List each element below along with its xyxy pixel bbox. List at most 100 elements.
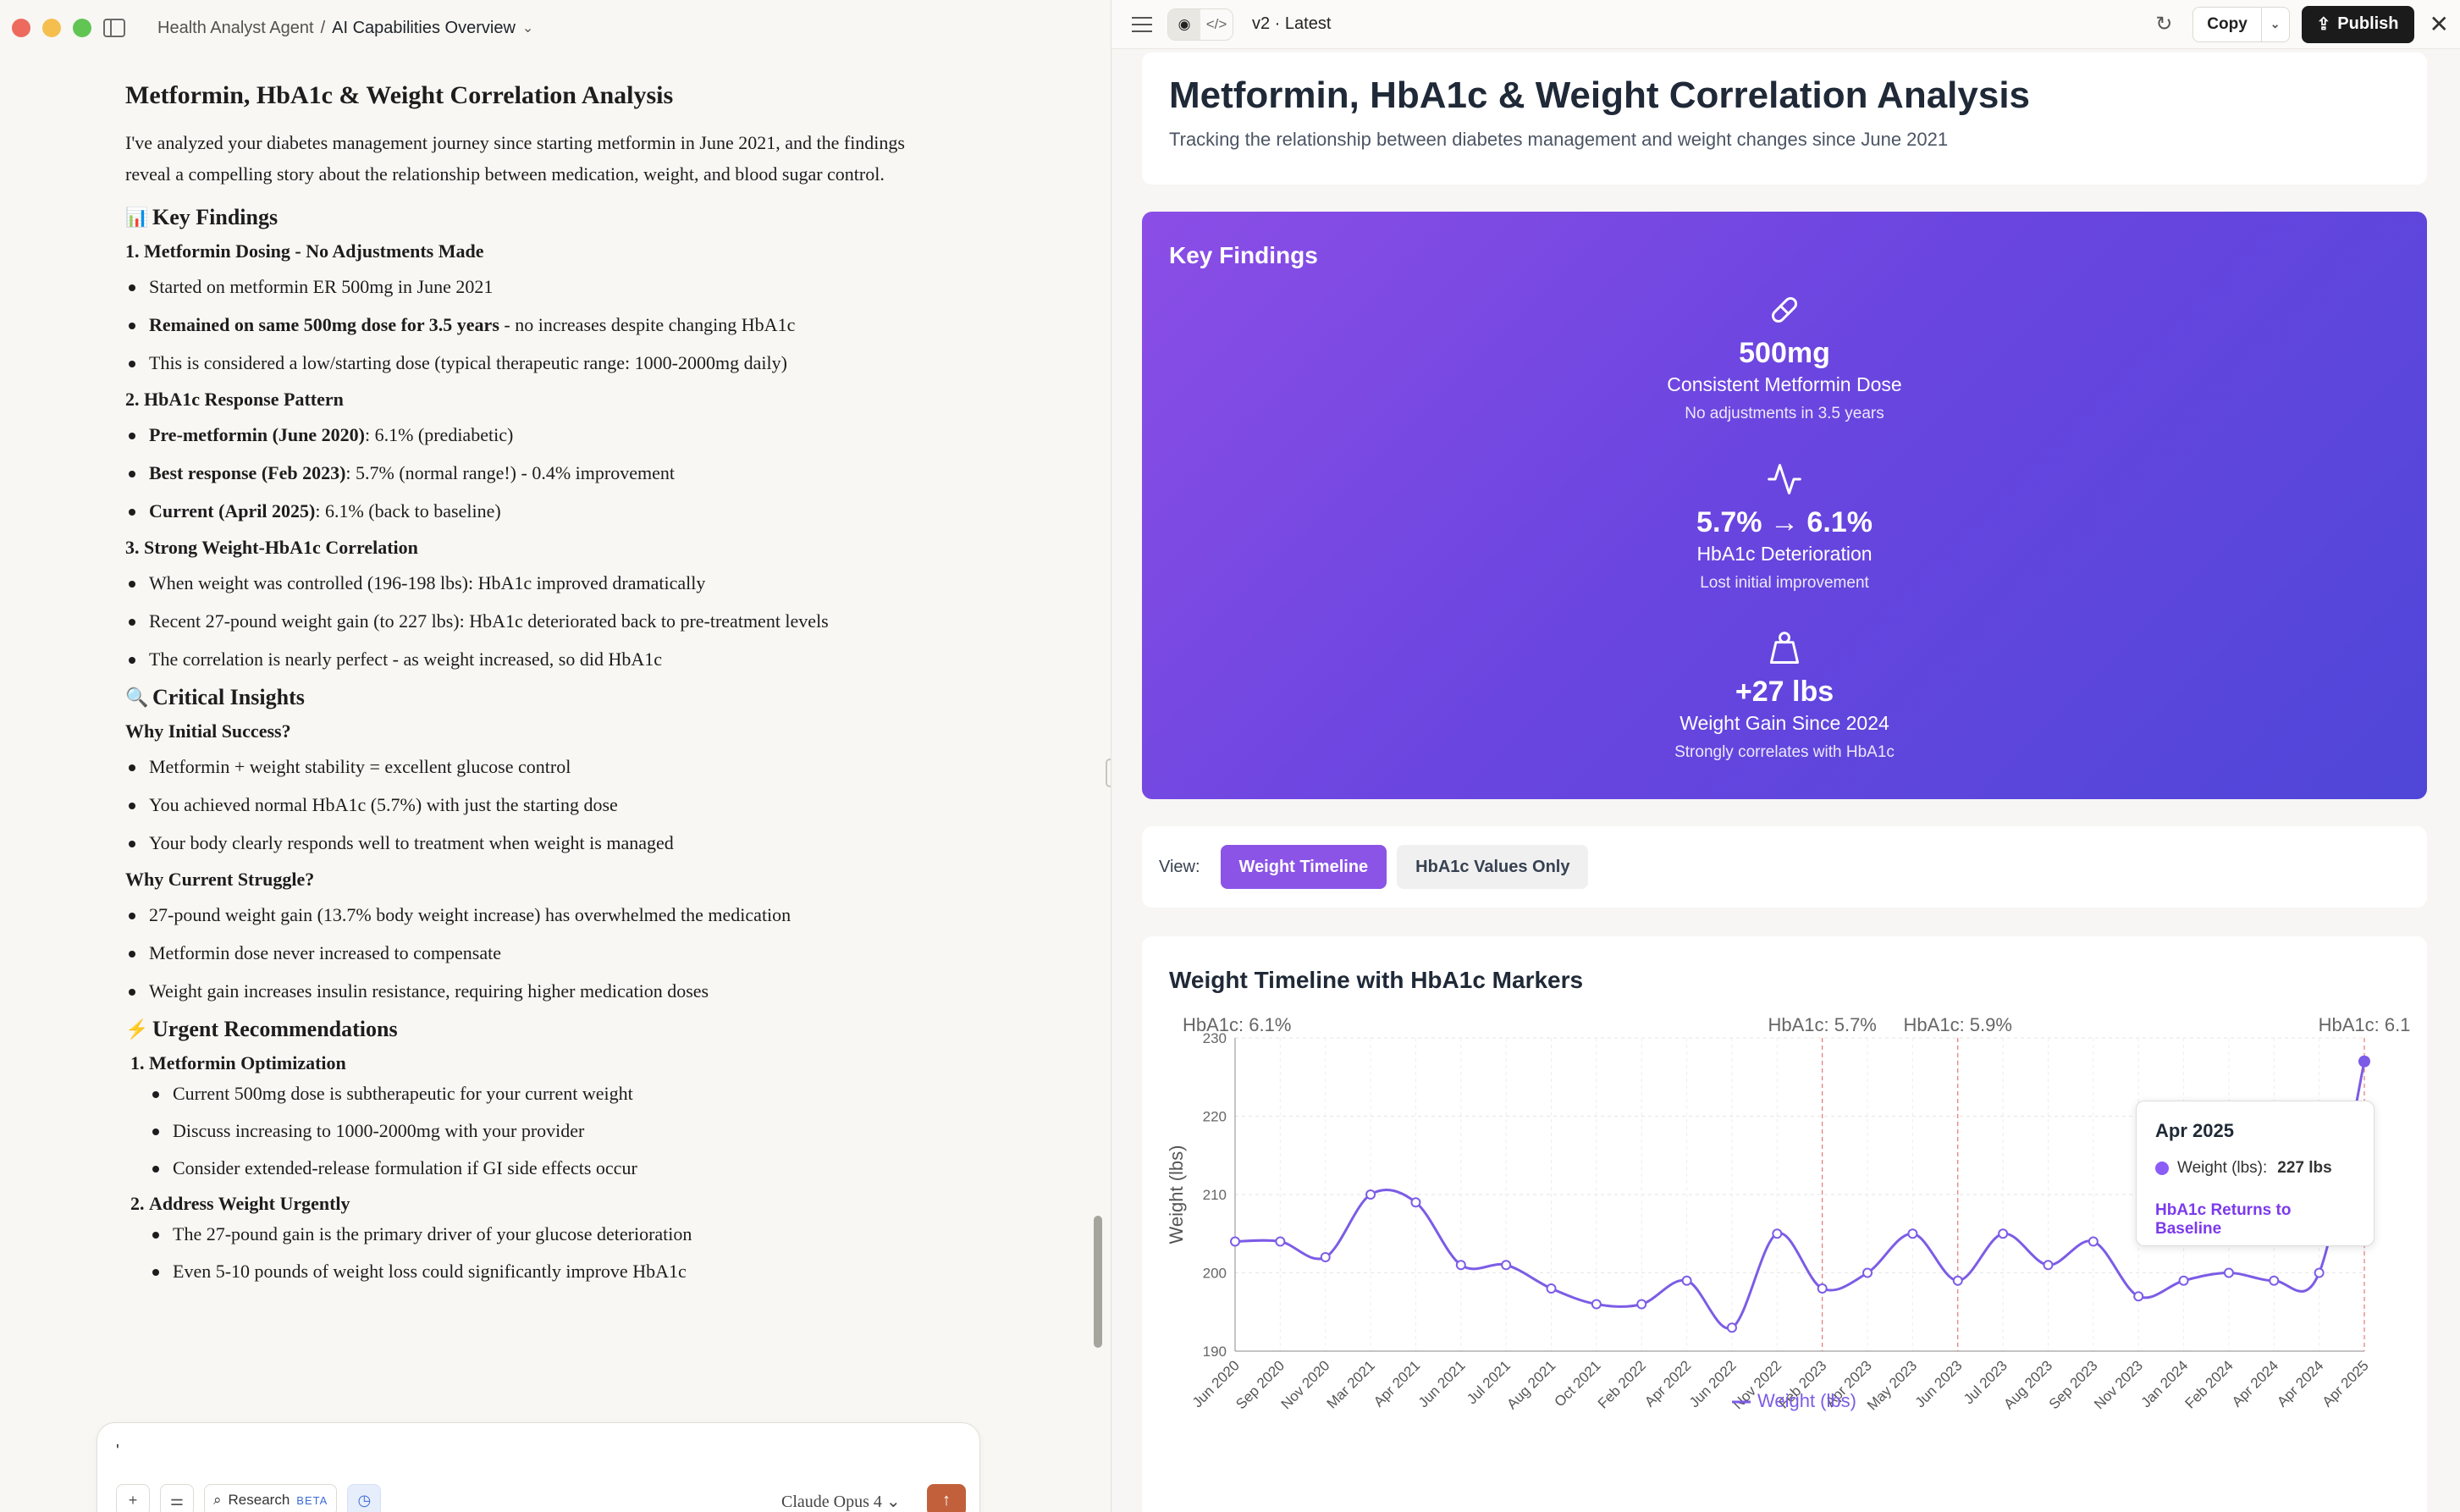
- assistant-message: Metformin, HbA1c & Weight Correlation An…: [125, 81, 921, 1296]
- message-title: Metformin, HbA1c & Weight Correlation An…: [125, 81, 674, 109]
- data-point: [1230, 1236, 1240, 1247]
- y-tick-label: 220: [1203, 1109, 1227, 1125]
- breadcrumb-project[interactable]: Health Analyst Agent: [157, 19, 314, 38]
- bullet-list: Pre-metformin (June 2020): 6.1% (prediab…: [125, 422, 921, 524]
- x-tick-label: Apr 2024: [2274, 1357, 2326, 1410]
- list-item: You achieved normal HbA1c (5.7%) with ju…: [125, 792, 921, 818]
- eye-icon[interactable]: ◉: [1168, 8, 1200, 40]
- x-tick-label: Apr 2021: [1371, 1357, 1423, 1410]
- search-icon: ⌕: [213, 1492, 222, 1508]
- key-findings-card: Key Findings 500mg Consistent Metformin …: [1142, 212, 2427, 799]
- share-icon: ⇪: [2316, 15, 2331, 34]
- list-item: Address Weight Urgently The 27-pound gai…: [149, 1193, 921, 1284]
- data-point: [1681, 1275, 1692, 1286]
- list-item: Discuss increasing to 1000-2000mg with y…: [149, 1118, 921, 1144]
- y-axis-label: Weight (lbs): [1166, 1145, 1187, 1244]
- magnifier-emoji-icon: 🔍: [125, 687, 149, 708]
- arrow-up-icon: ↑: [942, 1490, 951, 1509]
- artifact-subtitle: Tracking the relationship between diabet…: [1169, 129, 1949, 150]
- hba1c-values-button[interactable]: HbA1c Values Only: [1397, 845, 1589, 889]
- clock-icon[interactable]: ◷: [347, 1484, 382, 1512]
- hba1c-marker-label: HbA1c: 6.1%: [1183, 1014, 1291, 1035]
- finding-value: +27 lbs: [1735, 676, 1834, 708]
- hba1c-marker-label: HbA1c: 6.1: [2319, 1014, 2411, 1035]
- tooltip-value: 227 lbs: [2277, 1159, 2332, 1177]
- plus-icon[interactable]: +: [116, 1484, 150, 1512]
- data-point: [1636, 1299, 1647, 1310]
- legend-label: Weight (lbs): [1757, 1390, 1856, 1411]
- composer-toolbar: + ⚌ ⌕ Research BETA ◷: [116, 1484, 382, 1512]
- chevron-down-icon[interactable]: ⌄: [2260, 7, 2289, 41]
- artifact-title: Metformin, HbA1c & Weight Correlation An…: [1169, 74, 2031, 116]
- recommendations-heading: ⚡ Urgent Recommendations: [125, 1017, 398, 1041]
- list-item: 27-pound weight gain (13.7% body weight …: [125, 902, 921, 928]
- weight-icon: [1142, 626, 2427, 670]
- send-button[interactable]: ↑: [927, 1484, 966, 1512]
- list-item: Pre-metformin (June 2020): 6.1% (prediab…: [125, 422, 921, 448]
- breadcrumb-chat-title[interactable]: AI Capabilities Overview: [332, 19, 516, 38]
- data-point: [1907, 1228, 1918, 1239]
- hba1c-marker-label: HbA1c: 5.7%: [1768, 1014, 1876, 1035]
- finding-weight: +27 lbs Weight Gain Since 2024 Strongly …: [1142, 626, 2427, 762]
- data-point: [1772, 1228, 1783, 1239]
- chevron-down-icon[interactable]: ⌄: [522, 19, 533, 36]
- weight-timeline-button[interactable]: Weight Timeline: [1220, 845, 1387, 889]
- lightning-emoji-icon: ⚡: [125, 1018, 149, 1040]
- finding-label: Weight Gain Since 2024: [1680, 712, 1889, 734]
- message-input[interactable]: ': [116, 1442, 119, 1461]
- research-button[interactable]: ⌕ Research BETA: [204, 1484, 338, 1512]
- beta-badge: BETA: [296, 1493, 328, 1507]
- bullet-list: Metformin + weight stability = excellent…: [125, 754, 921, 856]
- model-selector[interactable]: Claude Opus 4 ⌄: [781, 1491, 901, 1512]
- chart-emoji-icon: 📊: [125, 207, 149, 228]
- x-tick-label: Mar 2021: [1324, 1357, 1378, 1411]
- refresh-icon[interactable]: ↻: [2155, 12, 2172, 36]
- x-tick-label: Apr 2024: [2229, 1357, 2281, 1410]
- list-item: Weight gain increases insulin resistance…: [125, 979, 921, 1004]
- data-point: [1410, 1197, 1421, 1208]
- view-mode-toggle: ◉ </>: [1167, 8, 1233, 41]
- x-tick-label: Nov 2023: [2091, 1357, 2146, 1412]
- code-icon[interactable]: </>: [1200, 9, 1233, 40]
- close-icon[interactable]: ✕: [2430, 10, 2449, 38]
- data-point: [2269, 1275, 2280, 1286]
- data-point: [2088, 1236, 2099, 1247]
- list-icon[interactable]: [1132, 16, 1152, 32]
- key-findings-title: Key Findings: [1169, 242, 1318, 268]
- chart-card: Weight Timeline with HbA1c Markers 190 20…: [1142, 936, 2427, 1512]
- x-tick-label: Sep 2023: [2046, 1357, 2101, 1412]
- pill-icon: [1142, 288, 2427, 332]
- zoom-window-button[interactable]: [73, 19, 91, 37]
- section-heading: 1. Metformin Dosing - No Adjustments Mad…: [125, 240, 484, 262]
- numbered-list: Metformin Optimization Current 500mg dos…: [149, 1052, 921, 1284]
- list-item: This is considered a low/starting dose (…: [125, 350, 921, 376]
- sidebar-toggle-icon[interactable]: [103, 19, 125, 37]
- hba1c-marker-label: HbA1c: 5.9%: [1904, 1014, 2012, 1035]
- chat-scrollbar[interactable]: [1094, 1216, 1102, 1348]
- close-window-button[interactable]: [12, 19, 30, 37]
- list-item: When weight was controlled (196-198 lbs)…: [125, 571, 921, 596]
- data-point: [1275, 1236, 1286, 1247]
- data-point: [1591, 1299, 1602, 1310]
- x-tick-label: Aug 2021: [1503, 1357, 1558, 1412]
- list-item: Consider extended-release formulation if…: [149, 1156, 921, 1181]
- publish-button[interactable]: ⇪ Publish: [2301, 5, 2414, 43]
- section-heading: 3. Strong Weight-HbA1c Correlation: [125, 537, 418, 558]
- finding-hba1c: 5.7% → 6.1% HbA1c Deterioration Lost ini…: [1142, 457, 2427, 593]
- x-tick-label: Sep 2020: [1233, 1357, 1288, 1412]
- list-item: The 27-pound gain is the primary driver …: [149, 1222, 921, 1247]
- message-intro: I've analyzed your diabetes management j…: [125, 132, 905, 185]
- finding-dose: 500mg Consistent Metformin Dose No adjus…: [1142, 288, 2427, 423]
- data-point: [1862, 1267, 1873, 1278]
- finding-value: 5.7% → 6.1%: [1696, 506, 1873, 538]
- tooltip-row: Weight (lbs): 227 lbs: [2155, 1159, 2355, 1178]
- sliders-icon[interactable]: ⚌: [160, 1484, 194, 1512]
- section-heading: Why Initial Success?: [125, 720, 291, 742]
- copy-button[interactable]: Copy ⌄: [2192, 6, 2290, 42]
- list-item: Your body clearly responds well to treat…: [125, 830, 921, 856]
- tooltip-title: Apr 2025: [2155, 1120, 2234, 1141]
- data-point: [2314, 1267, 2325, 1278]
- version-label[interactable]: v2 · Latest: [1252, 14, 1331, 34]
- breadcrumb: Health Analyst Agent / AI Capabilities O…: [157, 19, 533, 38]
- minimize-window-button[interactable]: [42, 19, 61, 37]
